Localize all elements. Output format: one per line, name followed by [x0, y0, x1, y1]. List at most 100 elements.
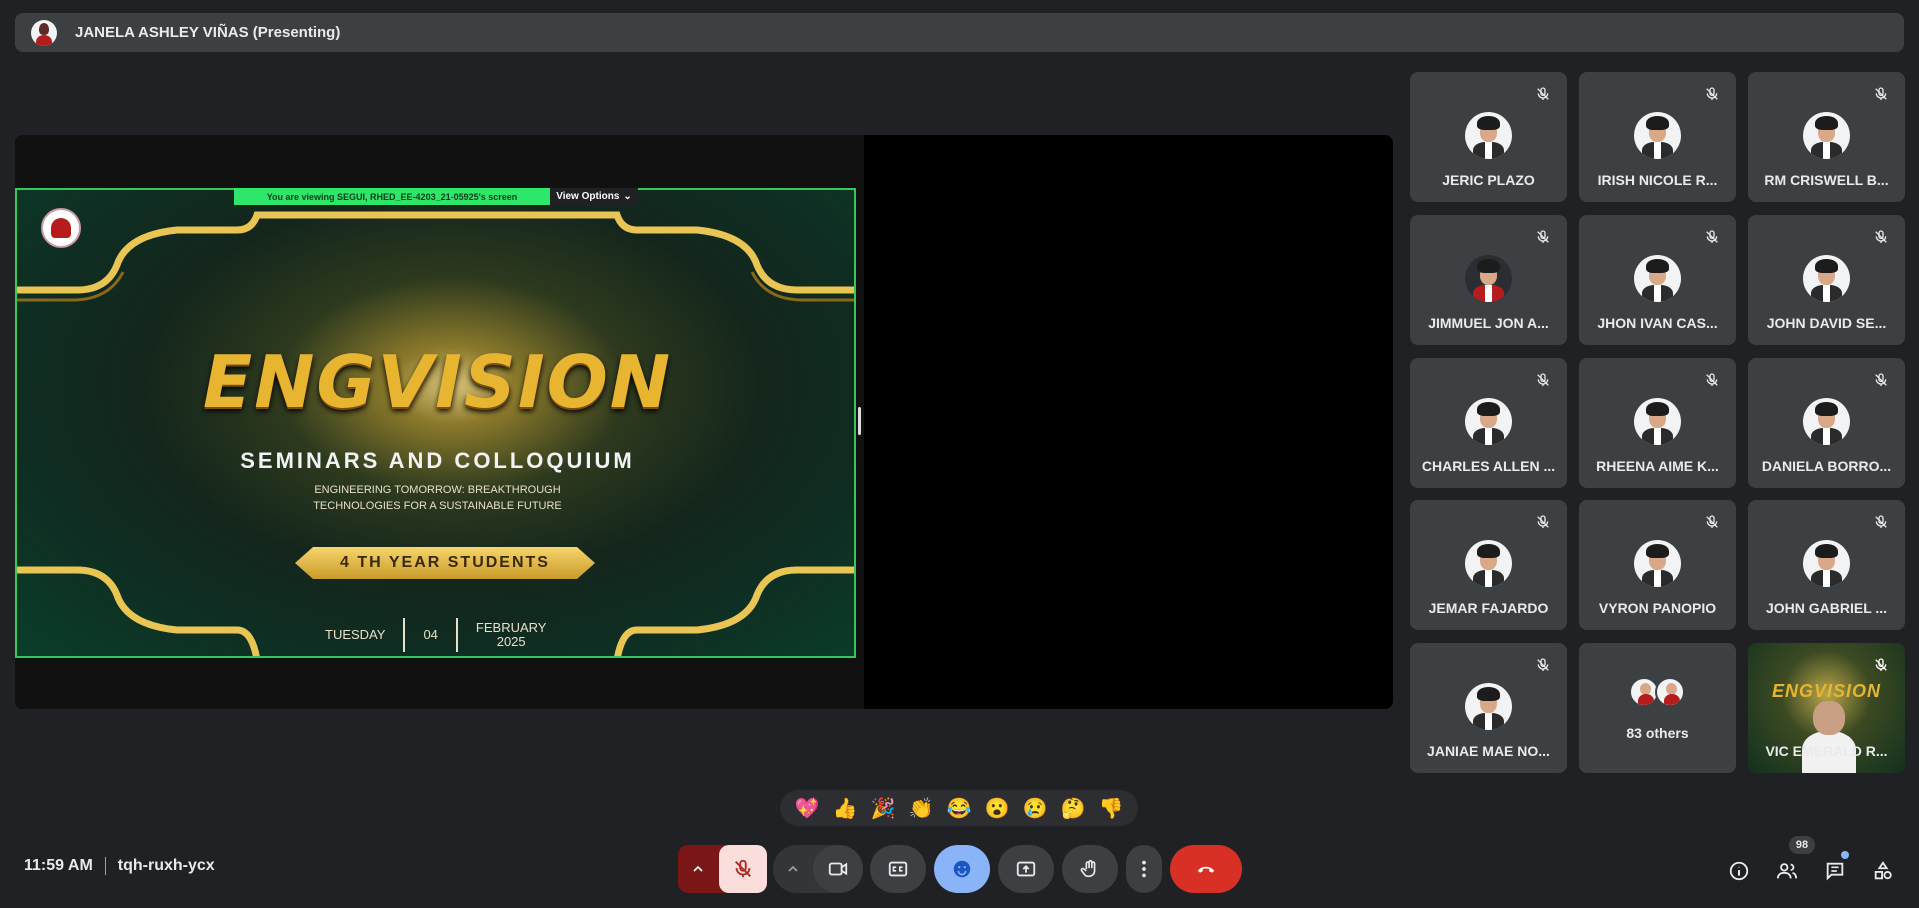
participant-tile[interactable]: JANIAE MAE NO...	[1410, 643, 1567, 773]
activities-button[interactable]	[1869, 857, 1897, 885]
slide-date: TUESDAY 04 FEBRUARY 2025	[307, 618, 564, 652]
video-options-button[interactable]	[773, 845, 813, 893]
participant-tile[interactable]: JEMAR FAJARDO	[1410, 500, 1567, 630]
participant-tile[interactable]: JOHN DAVID SE...	[1748, 215, 1905, 345]
avatar	[1465, 255, 1512, 302]
more-vert-icon	[1142, 860, 1146, 878]
reaction-thumbs-up[interactable]: 👍	[833, 796, 858, 821]
slide-ribbon: 4 TH YEAR STUDENTS	[295, 547, 595, 579]
participant-name: CHARLES ALLEN ...	[1421, 458, 1556, 474]
avatar	[1634, 255, 1681, 302]
viewing-screen-banner: You are viewing SEGUI, RHED_EE-4203_21-0…	[234, 188, 550, 205]
presenter-bar: JANELA ASHLEY VIÑAS (Presenting)	[15, 13, 1904, 52]
participant-tile[interactable]: 83 others	[1579, 643, 1736, 773]
captions-button[interactable]	[870, 845, 926, 893]
closed-captions-icon	[888, 861, 908, 877]
reaction-laughing[interactable]: 😂	[947, 796, 972, 821]
shared-screen-pane: ENGVISION SEMINARS AND COLLOQUIUM ENGINE…	[15, 135, 864, 709]
presenter-avatar	[31, 19, 57, 46]
participant-tile[interactable]: DANIELA BORRO...	[1748, 358, 1905, 488]
participant-name: JANIAE MAE NO...	[1427, 743, 1550, 759]
mic-off-icon	[735, 859, 751, 878]
participant-name: IRISH NICOLE R...	[1597, 172, 1718, 188]
pane-resize-handle[interactable]	[858, 407, 861, 435]
participant-name: JHON IVAN CAS...	[1597, 315, 1718, 331]
tagline-line-2: TECHNOLOGIES FOR A SUSTAINABLE FUTURE	[313, 500, 562, 512]
leave-call-button[interactable]	[1170, 845, 1242, 893]
microphone-toggle-button[interactable]	[719, 845, 767, 893]
participant-tile[interactable]: JIMMUEL JON A...	[1410, 215, 1567, 345]
avatar	[1803, 540, 1850, 587]
participant-name: RHEENA AIME K...	[1596, 458, 1719, 474]
avatar	[1634, 540, 1681, 587]
participant-tile[interactable]: VYRON PANOPIO	[1579, 500, 1736, 630]
mic-off-icon	[1706, 230, 1718, 243]
chevron-down-icon: ⌄	[623, 191, 632, 202]
info-icon	[1729, 861, 1749, 881]
reaction-clapping[interactable]: 👏	[909, 796, 934, 821]
participant-video-feed: ENGVISION	[1771, 681, 1882, 701]
clock-time: 11:59 AM	[24, 857, 93, 874]
participant-name: JERIC PLAZO	[1442, 172, 1535, 188]
people-count-badge: 98	[1789, 836, 1815, 854]
slide-month-year: FEBRUARY 2025	[458, 621, 565, 649]
participant-tile[interactable]: JHON IVAN CAS...	[1579, 215, 1736, 345]
mic-off-icon	[1537, 658, 1549, 671]
mic-off-icon	[1875, 658, 1887, 671]
mic-off-icon	[1537, 515, 1549, 528]
slide-subtitle: SEMINARS AND COLLOQUIUM	[240, 448, 635, 473]
reaction-surprised[interactable]: 😮	[985, 796, 1010, 821]
avatar	[1655, 677, 1685, 707]
participant-tile[interactable]: CHARLES ALLEN ...	[1410, 358, 1567, 488]
presenter-title: JANELA ASHLEY VIÑAS (Presenting)	[75, 24, 341, 41]
reaction-thinking[interactable]: 🤔	[1061, 796, 1086, 821]
reaction-thumbs-down[interactable]: 👎	[1099, 796, 1124, 821]
people-button[interactable]	[1773, 857, 1801, 885]
people-icon	[1776, 863, 1798, 879]
mic-off-icon	[1537, 87, 1549, 100]
chat-button[interactable]	[1821, 857, 1849, 885]
others-count-label: 83 others	[1626, 725, 1689, 741]
view-options-label: View Options	[556, 191, 620, 202]
camera-toggle-button[interactable]	[813, 845, 863, 893]
mic-off-icon	[1537, 373, 1549, 386]
chat-icon	[1826, 862, 1844, 881]
chevron-up-icon	[693, 865, 703, 872]
view-options-button[interactable]: View Options ⌄	[550, 188, 638, 205]
mic-off-icon	[1875, 515, 1887, 528]
participant-name: JEMAR FAJARDO	[1428, 600, 1549, 616]
shared-slide: ENGVISION SEMINARS AND COLLOQUIUM ENGINE…	[15, 188, 856, 658]
participant-name: VYRON PANOPIO	[1598, 600, 1717, 616]
video-camera-icon	[828, 862, 848, 876]
reaction-party-popper[interactable]: 🎉	[871, 796, 896, 821]
mic-off-icon	[1706, 87, 1718, 100]
participant-tile[interactable]: RHEENA AIME K...	[1579, 358, 1736, 488]
participant-tile[interactable]: IRISH NICOLE R...	[1579, 72, 1736, 202]
university-seal-logo	[41, 208, 81, 248]
avatar	[1465, 540, 1512, 587]
participant-name: VIC EMERALD R...	[1765, 743, 1888, 759]
participant-tile[interactable]: RM CRISWELL B...	[1748, 72, 1905, 202]
avatar	[1803, 255, 1850, 302]
slide-tagline: ENGINEERING TOMORROW: BREAKTHROUGH TECHN…	[17, 482, 854, 514]
tagline-line-1: ENGINEERING TOMORROW: BREAKTHROUGH	[314, 484, 561, 496]
reaction-sad[interactable]: 😢	[1023, 796, 1048, 821]
meeting-details-button[interactable]	[1725, 857, 1753, 885]
raise-hand-button[interactable]	[1062, 845, 1118, 893]
reactions-button[interactable]	[934, 845, 990, 893]
mic-off-icon	[1875, 87, 1887, 100]
reaction-sparkling-heart[interactable]: 💖	[795, 796, 820, 821]
reactions-bar: 💖 👍 🎉 👏 😂 😮 😢 🤔 👎	[780, 790, 1138, 826]
avatar	[1465, 112, 1512, 159]
others-avatar-stack	[1629, 677, 1685, 707]
present-screen-button[interactable]	[998, 845, 1054, 893]
participant-tile[interactable]: ENGVISION VIC EMERALD R...	[1748, 643, 1905, 773]
more-options-button[interactable]	[1126, 845, 1162, 893]
meeting-info: 11:59 AM tqh-ruxh-ycx	[24, 857, 215, 875]
participant-tile[interactable]: JERIC PLAZO	[1410, 72, 1567, 202]
participant-name: RM CRISWELL B...	[1764, 172, 1889, 188]
participant-tile[interactable]: JOHN GABRIEL ...	[1748, 500, 1905, 630]
participant-name: JIMMUEL JON A...	[1428, 315, 1549, 331]
info-divider	[104, 857, 106, 875]
avatar	[1465, 398, 1512, 445]
